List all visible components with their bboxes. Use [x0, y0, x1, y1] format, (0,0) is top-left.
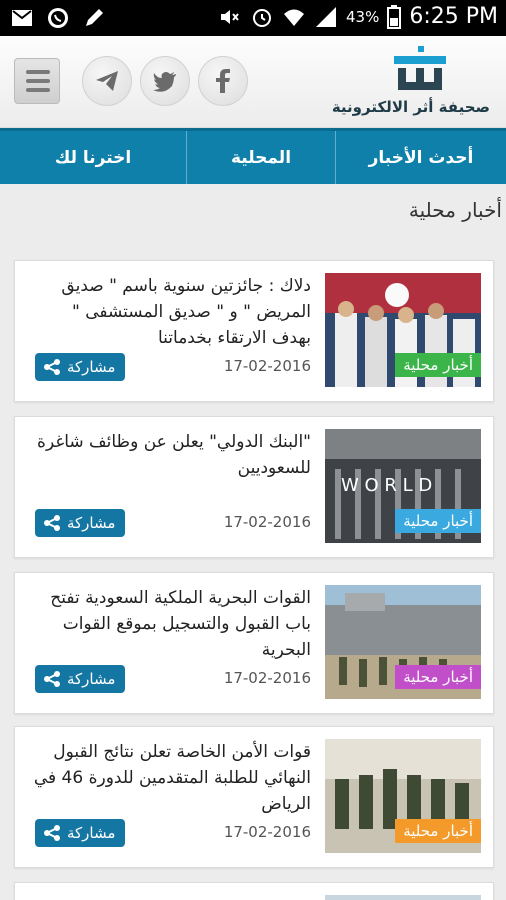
- mail-icon: [12, 10, 32, 26]
- article-date: 17-02-2016: [223, 357, 311, 375]
- app-logo[interactable]: صحيفة أثر الالكترونية: [331, 44, 494, 118]
- twitter-button[interactable]: [140, 56, 190, 106]
- battery-percent: 43%: [346, 7, 380, 26]
- article-card[interactable]: أخبار محلية قوات الأمن الخاصة تعلن نتائج…: [14, 726, 494, 868]
- share-button[interactable]: مشاركة: [35, 509, 126, 537]
- share-icon: [44, 515, 60, 531]
- logo-text: صحيفة أثر الالكترونية: [331, 98, 490, 116]
- tab-local[interactable]: المحلية: [186, 131, 336, 184]
- category-badge: أخبار محلية: [395, 509, 481, 533]
- telegram-button[interactable]: [82, 56, 132, 106]
- article-date: 17-02-2016: [223, 823, 311, 841]
- category-badge: أخبار محلية: [395, 819, 481, 843]
- article-card[interactable]: أخبار محلية القوات البحرية الملكية السعو…: [14, 572, 494, 714]
- nav-bar: أحدث الأخبار المحلية اخترنا لك: [0, 128, 506, 184]
- share-label: مشاركة: [67, 824, 116, 842]
- logo-mark-icon: [394, 46, 446, 90]
- article-title[interactable]: "البنك الدولي" يعلن عن وظائف شاغرة للسعو…: [31, 429, 311, 481]
- article-image[interactable]: أخبار محلية: [325, 739, 481, 853]
- category-badge: أخبار محلية: [395, 353, 481, 377]
- article-card[interactable]: [14, 882, 494, 900]
- share-label: مشاركة: [67, 358, 116, 376]
- article-image[interactable]: [325, 895, 481, 900]
- article-card[interactable]: W O R L D أخبار محلية "البنك الدولي" يعل…: [14, 416, 494, 558]
- status-bar: 43% 6:25 PM: [0, 0, 506, 36]
- app-header: صحيفة أثر الالكترونية: [0, 36, 506, 128]
- share-button[interactable]: مشاركة: [35, 353, 126, 381]
- alarm-icon: [253, 8, 271, 27]
- menu-button[interactable]: [14, 58, 60, 104]
- tab-latest-news[interactable]: أحدث الأخبار: [336, 131, 506, 184]
- svg-text:W O R L D: W O R L D: [341, 475, 432, 496]
- pencil-icon: [86, 9, 103, 26]
- facebook-icon: [216, 69, 230, 93]
- share-icon: [44, 825, 60, 841]
- article-date: 17-02-2016: [223, 513, 311, 531]
- share-label: مشاركة: [67, 670, 116, 688]
- share-button[interactable]: مشاركة: [35, 665, 126, 693]
- article-title[interactable]: دلاك : جائزتين سنوية باسم " صديق المريض …: [31, 273, 311, 351]
- article-title[interactable]: القوات البحرية الملكية السعودية تفتح باب…: [31, 585, 311, 663]
- facebook-button[interactable]: [198, 56, 248, 106]
- share-label: مشاركة: [67, 514, 116, 532]
- share-button[interactable]: مشاركة: [35, 819, 126, 847]
- category-badge: أخبار محلية: [395, 665, 481, 689]
- article-card[interactable]: أخبار محلية دلاك : جائزتين سنوية باسم " …: [14, 260, 494, 402]
- battery-icon: [387, 4, 402, 29]
- section-title: أخبار محلية: [408, 198, 502, 222]
- whatsapp-icon: [48, 8, 68, 28]
- article-image[interactable]: أخبار محلية: [325, 585, 481, 699]
- signal-icon: [316, 6, 336, 27]
- clock: 6:25 PM: [409, 4, 498, 29]
- article-title[interactable]: قوات الأمن الخاصة تعلن نتائج القبول النه…: [31, 739, 311, 817]
- share-icon: [44, 671, 60, 687]
- wifi-icon: [284, 9, 304, 26]
- telegram-icon: [96, 71, 118, 91]
- article-image[interactable]: W O R L D أخبار محلية: [325, 429, 481, 543]
- share-icon: [44, 359, 60, 375]
- article-image[interactable]: أخبار محلية: [325, 273, 481, 387]
- twitter-icon: [153, 72, 176, 92]
- mute-icon: [221, 9, 239, 24]
- tab-picked-for-you[interactable]: اخترنا لك: [0, 131, 186, 184]
- article-date: 17-02-2016: [223, 669, 311, 687]
